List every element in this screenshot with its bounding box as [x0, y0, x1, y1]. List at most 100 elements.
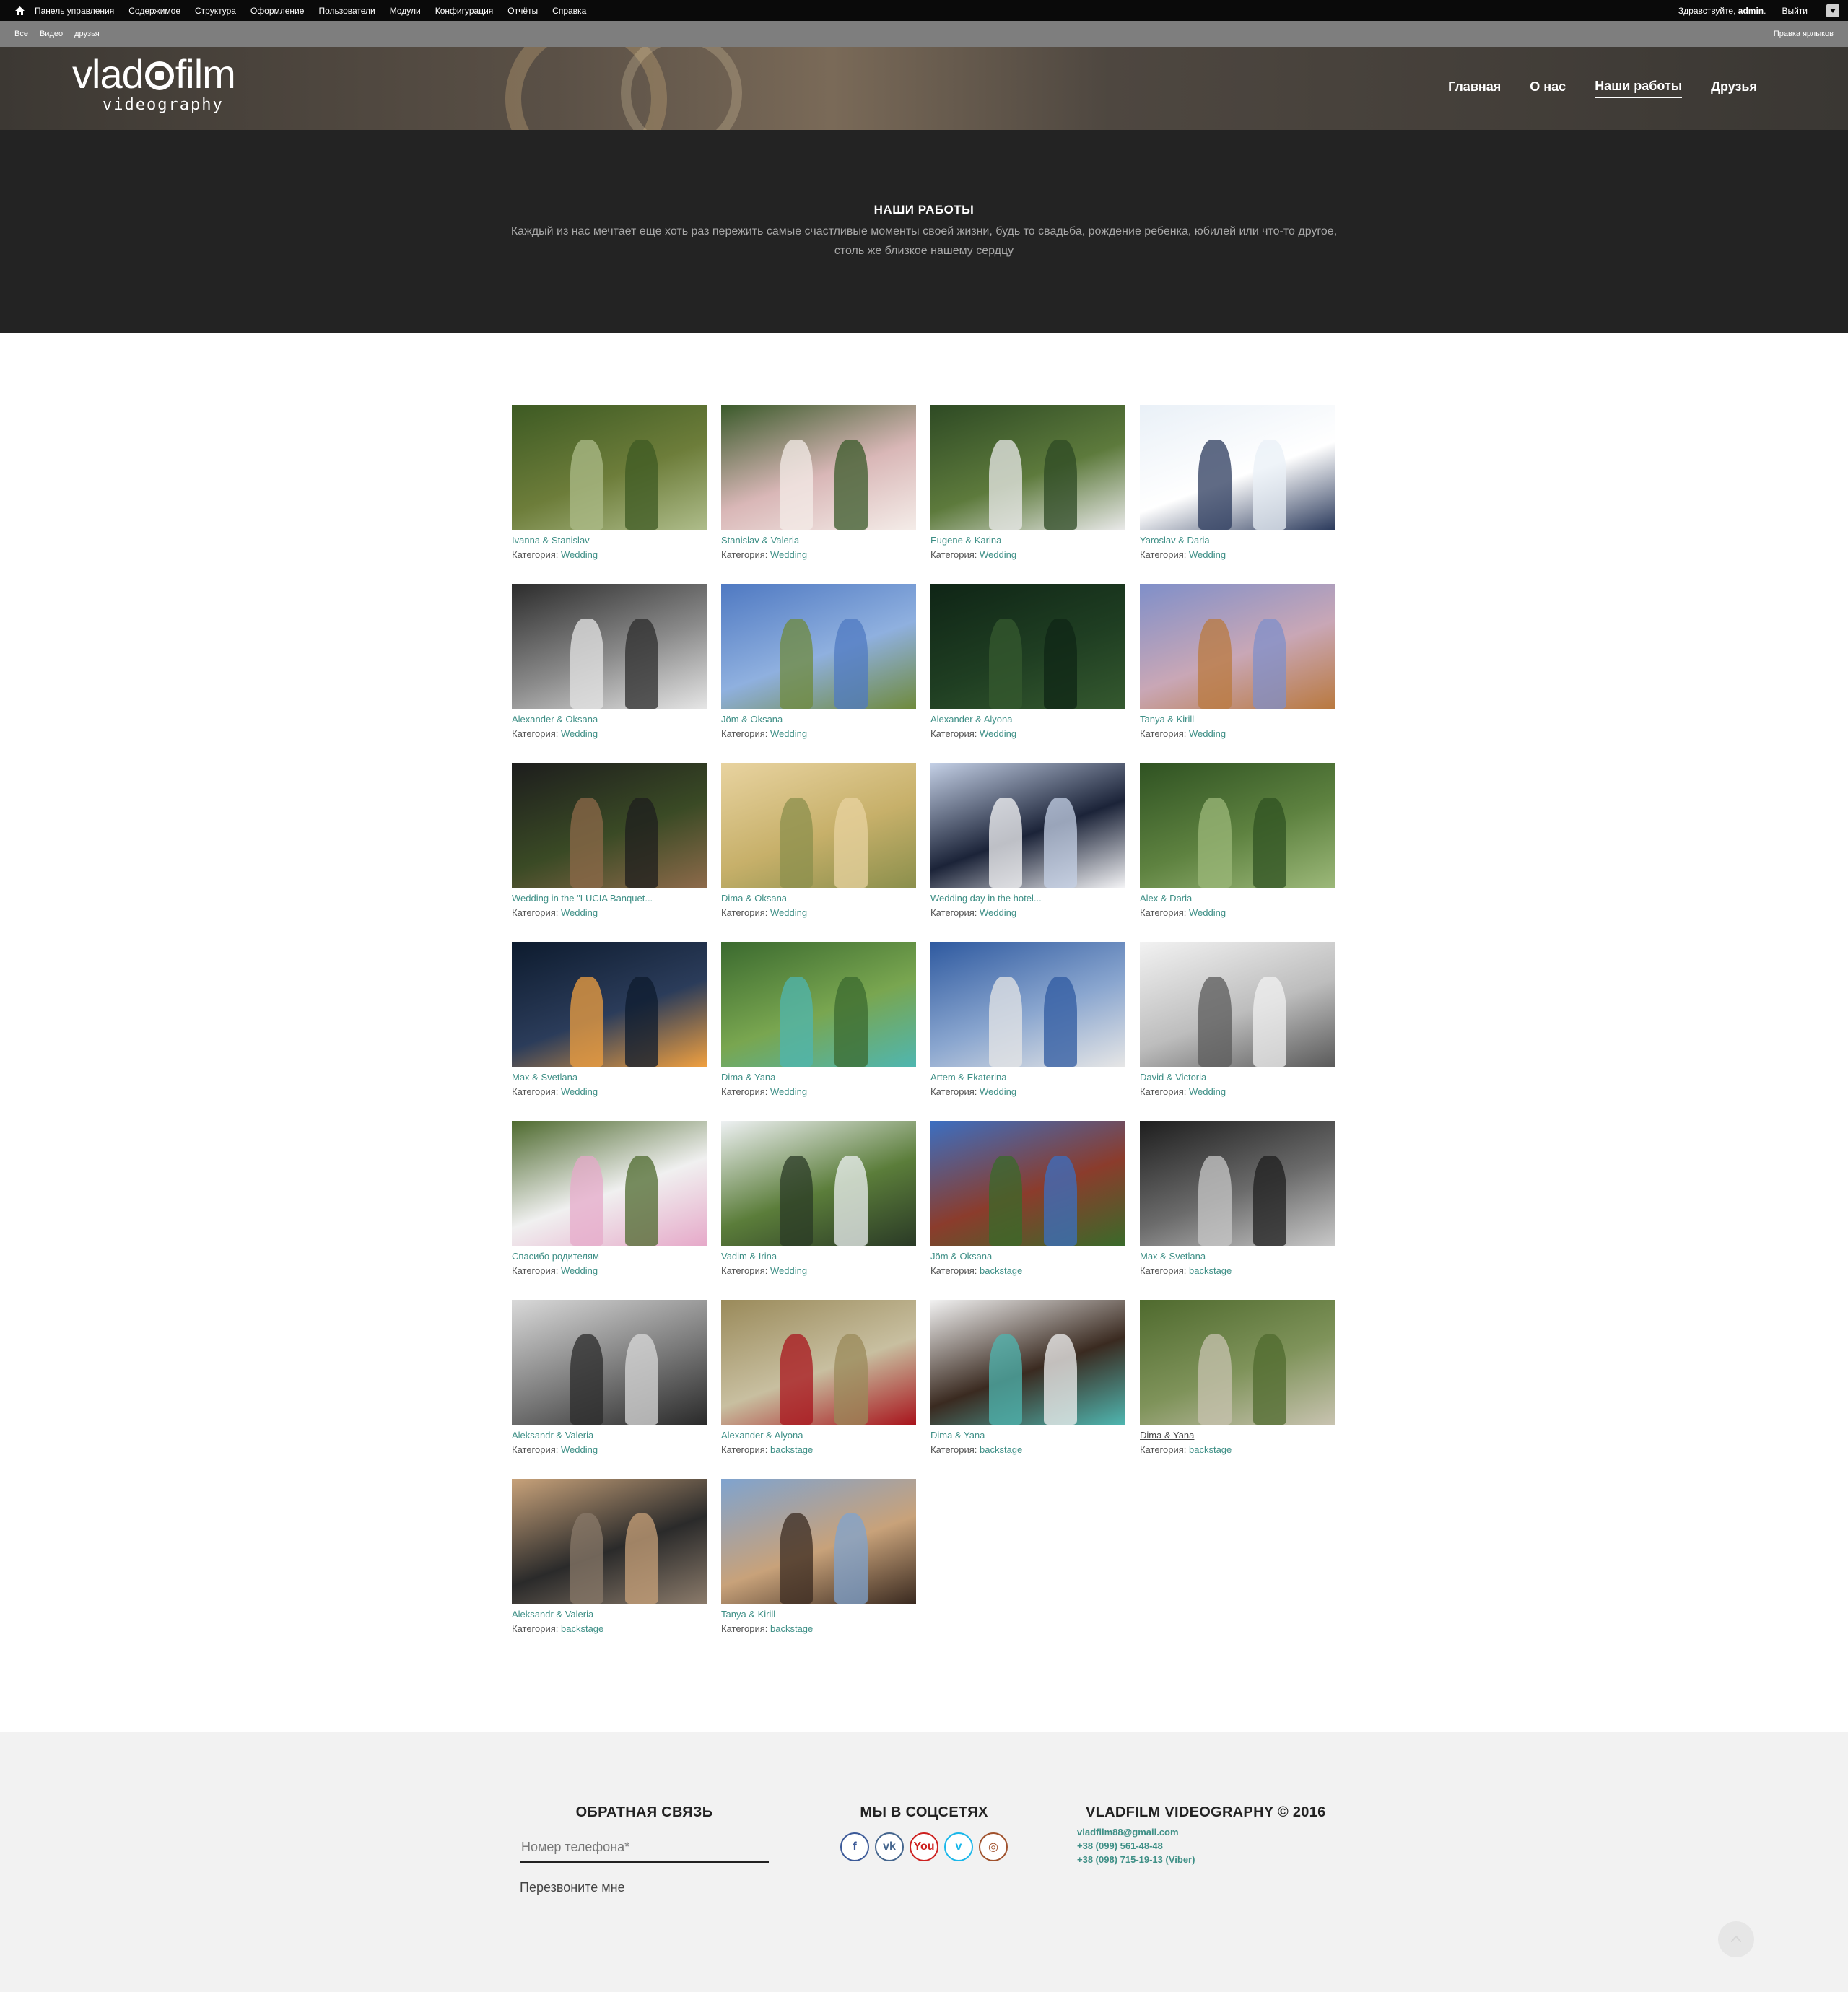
work-title-link[interactable]: Yaroslav & Daria [1140, 535, 1335, 546]
work-title-link[interactable]: Alexander & Alyona [721, 1430, 916, 1441]
category-link[interactable]: Wedding [980, 549, 1016, 560]
work-thumbnail[interactable] [1140, 1121, 1335, 1246]
work-thumbnail[interactable] [721, 1121, 916, 1246]
work-thumbnail[interactable] [512, 1121, 707, 1246]
work-thumbnail[interactable] [930, 405, 1125, 530]
category-link[interactable]: Wedding [770, 1086, 807, 1097]
work-title-link[interactable]: Vadim & Irina [721, 1251, 916, 1262]
nav-friends[interactable]: Друзья [1711, 79, 1757, 97]
work-title-link[interactable]: Alex & Daria [1140, 893, 1335, 904]
work-title-link[interactable]: Jöm & Oksana [930, 1251, 1125, 1262]
work-thumbnail[interactable] [930, 1121, 1125, 1246]
work-title-link[interactable]: Wedding in the "LUCIA Banquet... [512, 893, 707, 904]
category-link[interactable]: Wedding [1189, 549, 1226, 560]
work-title-link[interactable]: Artem & Ekaterina [930, 1072, 1125, 1083]
work-title-link[interactable]: Max & Svetlana [512, 1072, 707, 1083]
work-thumbnail[interactable] [1140, 1300, 1335, 1425]
work-title-link[interactable]: Tanya & Kirill [721, 1609, 916, 1620]
work-title-link[interactable]: David & Victoria [1140, 1072, 1335, 1083]
category-link[interactable]: Wedding [561, 907, 598, 918]
callback-button[interactable]: Перезвоните мне [520, 1880, 625, 1895]
facebook-icon[interactable]: f [840, 1832, 869, 1861]
admin-menu-help[interactable]: Справка [552, 6, 586, 16]
work-title-link[interactable]: Dima & Yana [930, 1430, 1125, 1441]
email-link[interactable]: vladfilm88@gmail.com [1077, 1827, 1337, 1838]
work-title-link[interactable]: Dima & Oksana [721, 893, 916, 904]
admin-menu-reports[interactable]: Отчёты [507, 6, 538, 16]
edit-shortcuts-link[interactable]: Правка ярлыков [1774, 21, 1834, 47]
category-link[interactable]: backstage [980, 1444, 1022, 1455]
instagram-icon[interactable]: ◎ [979, 1832, 1008, 1861]
work-title-link[interactable]: Max & Svetlana [1140, 1251, 1335, 1262]
work-title-link[interactable]: Dima & Yana [721, 1072, 916, 1083]
work-thumbnail[interactable] [512, 763, 707, 888]
category-link[interactable]: Wedding [1189, 1086, 1226, 1097]
work-title-link[interactable]: Alexander & Alyona [930, 714, 1125, 725]
shortcut-friends[interactable]: друзья [74, 30, 100, 38]
category-link[interactable]: Wedding [1189, 728, 1226, 739]
category-link[interactable]: Wedding [770, 549, 807, 560]
category-link[interactable]: backstage [1189, 1265, 1232, 1276]
work-title-link[interactable]: Tanya & Kirill [1140, 714, 1335, 725]
toggle-shortcuts-button[interactable] [1826, 4, 1839, 17]
work-title-link[interactable]: Eugene & Karina [930, 535, 1125, 546]
category-link[interactable]: Wedding [561, 1444, 598, 1455]
work-thumbnail[interactable] [1140, 763, 1335, 888]
work-title-link[interactable]: Aleksandr & Valeria [512, 1430, 707, 1441]
category-link[interactable]: Wedding [980, 907, 1016, 918]
nav-works[interactable]: Наши работы [1595, 79, 1683, 98]
work-title-link[interactable]: Спасибо родителям [512, 1251, 707, 1262]
work-title-link[interactable]: Aleksandr & Valeria [512, 1609, 707, 1620]
admin-menu-people[interactable]: Пользователи [318, 6, 375, 16]
phone-input[interactable] [520, 1834, 769, 1863]
shortcut-all[interactable]: Все [14, 30, 28, 38]
username-link[interactable]: admin [1738, 6, 1764, 16]
category-link[interactable]: Wedding [561, 549, 598, 560]
work-thumbnail[interactable] [512, 942, 707, 1067]
work-thumbnail[interactable] [721, 1479, 916, 1604]
category-link[interactable]: Wedding [770, 907, 807, 918]
category-link[interactable]: backstage [561, 1623, 603, 1634]
work-thumbnail[interactable] [512, 405, 707, 530]
category-link[interactable]: backstage [1189, 1444, 1232, 1455]
site-logo[interactable]: vlad film videography [72, 54, 260, 119]
scroll-to-top-button[interactable] [1718, 1921, 1754, 1957]
work-title-link[interactable]: Wedding day in the hotel... [930, 893, 1125, 904]
work-thumbnail[interactable] [721, 584, 916, 709]
category-link[interactable]: Wedding [1189, 907, 1226, 918]
work-thumbnail[interactable] [721, 942, 916, 1067]
admin-menu-dashboard[interactable]: Панель управления [35, 6, 114, 16]
nav-home[interactable]: Главная [1448, 79, 1501, 97]
work-thumbnail[interactable] [512, 1300, 707, 1425]
category-link[interactable]: Wedding [561, 728, 598, 739]
work-title-link[interactable]: Dima & Yana [1140, 1430, 1335, 1441]
work-thumbnail[interactable] [1140, 584, 1335, 709]
admin-menu-modules[interactable]: Модули [390, 6, 421, 16]
admin-menu-content[interactable]: Содержимое [128, 6, 180, 16]
category-link[interactable]: backstage [770, 1444, 813, 1455]
work-thumbnail[interactable] [930, 763, 1125, 888]
work-title-link[interactable]: Alexander & Oksana [512, 714, 707, 725]
category-link[interactable]: Wedding [770, 1265, 807, 1276]
vk-icon[interactable]: vk [875, 1832, 904, 1861]
work-title-link[interactable]: Ivanna & Stanislav [512, 535, 707, 546]
work-thumbnail[interactable] [512, 1479, 707, 1604]
work-thumbnail[interactable] [721, 1300, 916, 1425]
category-link[interactable]: Wedding [980, 1086, 1016, 1097]
category-link[interactable]: Wedding [561, 1086, 598, 1097]
logout-link[interactable]: Выйти [1782, 6, 1808, 16]
work-thumbnail[interactable] [512, 584, 707, 709]
category-link[interactable]: Wedding [770, 728, 807, 739]
nav-about[interactable]: О нас [1530, 79, 1566, 97]
shortcut-video[interactable]: Видео [40, 30, 63, 38]
work-thumbnail[interactable] [1140, 405, 1335, 530]
home-icon[interactable] [14, 6, 25, 16]
work-title-link[interactable]: Stanislav & Valeria [721, 535, 916, 546]
work-thumbnail[interactable] [930, 584, 1125, 709]
category-link[interactable]: Wedding [980, 728, 1016, 739]
work-thumbnail[interactable] [930, 942, 1125, 1067]
vimeo-icon[interactable]: v [944, 1832, 973, 1861]
admin-menu-appearance[interactable]: Оформление [250, 6, 304, 16]
work-thumbnail[interactable] [930, 1300, 1125, 1425]
category-link[interactable]: backstage [980, 1265, 1022, 1276]
